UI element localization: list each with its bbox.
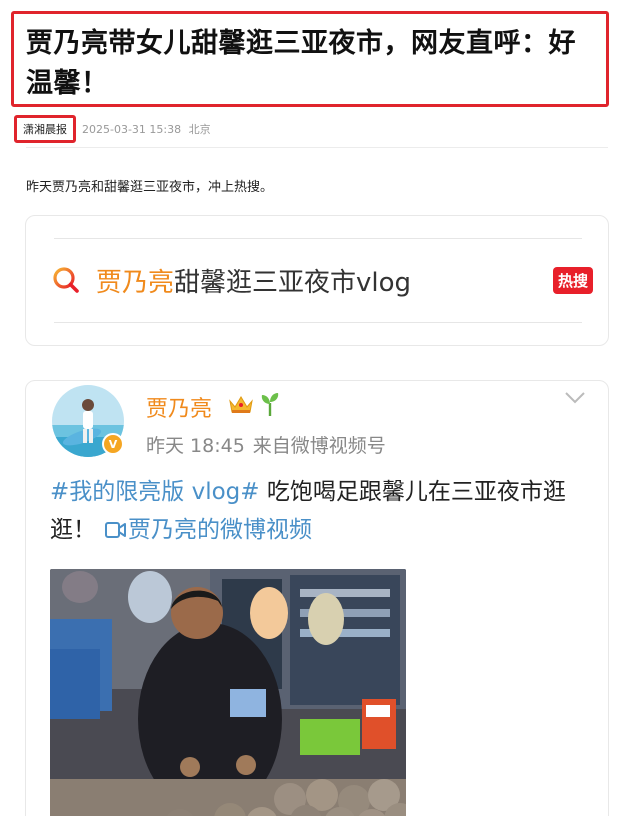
video-link[interactable]: 贾乃亮的微博视频 <box>128 517 312 543</box>
hot-badge: 热搜 <box>553 267 594 294</box>
article-meta-text: 2025-03-31 15:38 北京 <box>82 121 215 137</box>
chevron-down-icon[interactable] <box>564 391 586 405</box>
source-link[interactable]: 潇湘晨报 <box>14 115 76 143</box>
divider <box>26 147 608 148</box>
sprout-icon <box>261 393 279 416</box>
video-icon <box>105 522 126 538</box>
publish-location: 北京 <box>188 123 211 136</box>
publish-datetime: 2025-03-31 15:38 <box>82 123 182 136</box>
post-meta: 昨天 18:45 来自微博视频号 <box>146 431 394 458</box>
verified-badge: V <box>102 433 124 455</box>
post-username[interactable]: 贾乃亮 <box>146 391 212 423</box>
article-headline: 贾乃亮带女儿甜馨逛三亚夜市，网友直呼：好温馨！ <box>26 28 576 99</box>
article-intro: 昨天贾乃亮和甜馨逛三亚夜市，冲上热搜。 <box>26 180 274 195</box>
article-meta: 潇湘晨报 2025-03-31 15:38 北京 <box>14 115 215 143</box>
hot-search-name: 贾乃亮 <box>96 268 175 298</box>
hot-search-title-rest: 甜馨逛三亚夜市vlog <box>174 268 412 298</box>
post-via[interactable]: 来自微博视频号 <box>253 435 386 457</box>
hot-search-title[interactable]: 贾乃亮甜馨逛三亚夜市vlog <box>96 262 411 299</box>
crown-icon <box>229 396 253 413</box>
post-time: 昨天 18:45 <box>146 435 245 457</box>
video-thumbnail[interactable] <box>50 569 406 816</box>
hot-search-card[interactable]: 贾乃亮甜馨逛三亚夜市vlog 热搜 <box>25 215 609 346</box>
search-icon <box>53 267 79 293</box>
post-text: #我的限亮版 vlog# 吃饱喝足跟馨儿在三亚夜市逛逛！ 贾乃亮的微博视频 <box>50 473 590 549</box>
post-topic-link[interactable]: #我的限亮版 vlog# <box>50 479 260 505</box>
divider <box>54 322 582 323</box>
weibo-post-card: V 贾乃亮 昨天 18:45 来自微博视频号 #我的限亮版 vlog# 吃饱喝足跟… <box>25 380 609 816</box>
divider <box>54 238 582 239</box>
headline-highlight-box: 贾乃亮带女儿甜馨逛三亚夜市，网友直呼：好温馨！ <box>11 11 609 107</box>
